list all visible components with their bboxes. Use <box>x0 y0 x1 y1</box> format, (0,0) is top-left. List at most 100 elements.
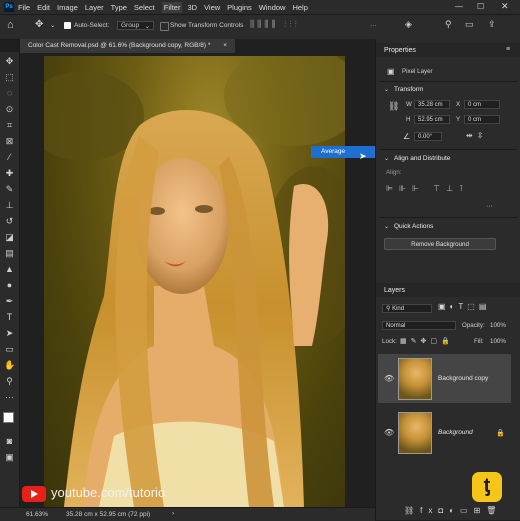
document-image[interactable] <box>44 56 345 507</box>
healing-brush-icon[interactable]: ✚ <box>4 168 15 179</box>
x-field[interactable]: 0 cm <box>464 100 500 109</box>
menu-select[interactable]: Select <box>134 3 155 12</box>
layer-filter-icons[interactable]: ▣◐T⬚▤ <box>438 302 490 311</box>
width-field[interactable]: 35.28 cm <box>414 100 450 109</box>
close-icon[interactable]: ✕ <box>501 1 509 12</box>
maximize-icon[interactable]: ☐ <box>477 2 484 11</box>
menu-image[interactable]: Image <box>57 3 78 12</box>
align-buttons-icon[interactable]: ⊫⊪⊩ ⊤⊥⊺ <box>386 184 469 193</box>
layers-title[interactable]: Layers <box>384 287 405 294</box>
angle-field[interactable]: 0.00° <box>414 132 442 141</box>
height-label: H <box>406 116 411 123</box>
layer-name[interactable]: Background <box>438 429 473 436</box>
chevron-down-icon[interactable]: ⌄ <box>50 21 55 29</box>
quick-actions-title: Quick Actions <box>394 223 434 230</box>
path-selection-icon[interactable]: ➤ <box>4 328 15 339</box>
layer-type-label: Pixel Layer <box>402 68 433 75</box>
menu-view[interactable]: View <box>204 3 220 12</box>
auto-select-dropdown[interactable]: Group ⌄ <box>117 21 155 30</box>
layer-row[interactable]: 👁 Background 🔒 <box>378 408 511 457</box>
workspace-icon[interactable]: ▭ <box>465 19 474 30</box>
opacity-value[interactable]: 100% <box>490 322 506 329</box>
document-tab[interactable]: Color Cast Removal.psd @ 61.6% (Backgrou… <box>20 39 235 53</box>
layer-name[interactable]: Background copy <box>438 375 488 382</box>
zoom-tool-icon[interactable]: ⚲ <box>4 376 15 387</box>
height-field[interactable]: 52.95 cm <box>414 115 450 124</box>
search-icon[interactable]: ⚲ <box>445 19 452 30</box>
gradient-tool-icon[interactable]: ▤ <box>4 248 15 259</box>
mouse-cursor-icon: ➤ <box>359 151 367 161</box>
3d-mode-icon[interactable]: ◈ <box>405 19 412 30</box>
eyedropper-tool-icon[interactable]: ⁄ <box>4 152 15 163</box>
link-icon[interactable]: ⛓ <box>388 101 399 112</box>
flip-icons[interactable]: ⇹⇳ <box>466 131 487 140</box>
watermark-text: youtube.com/tutorio <box>51 485 166 500</box>
y-field[interactable]: 0 cm <box>464 115 500 124</box>
pixel-layer-icon: ▣ <box>387 67 395 76</box>
more-options-icon[interactable]: ··· <box>370 22 377 29</box>
type-tool-icon[interactable]: T <box>4 312 15 323</box>
move-tool-icon[interactable]: ✥ <box>35 19 43 30</box>
move-tool-icon[interactable]: ✥ <box>4 56 15 67</box>
lasso-tool-icon[interactable]: ◌ <box>4 88 15 99</box>
dodge-tool-icon[interactable]: ● <box>4 280 15 291</box>
frame-tool-icon[interactable]: ⊠ <box>4 136 15 147</box>
hand-tool-icon[interactable]: ✋ <box>4 360 15 371</box>
pen-tool-icon[interactable]: ✒ <box>4 296 15 307</box>
panel-menu-icon[interactable]: ≡ <box>506 46 510 53</box>
menu-edit[interactable]: Edit <box>37 3 50 12</box>
layer-actions-icons[interactable]: ⛓fx◘◐▭⊞🗑 <box>404 506 502 515</box>
status-bar: 61.63% 35.28 cm x 52.95 cm (72 ppi) › <box>0 507 375 521</box>
lock-icons[interactable]: ▦✎✥▢🔒 <box>400 337 454 345</box>
menu-type[interactable]: Type <box>111 3 127 12</box>
share-icon[interactable]: ⇪ <box>488 19 496 30</box>
menu-plugins[interactable]: Plugins <box>227 3 252 12</box>
status-chevron-icon[interactable]: › <box>172 510 174 517</box>
foreground-color-swatch[interactable] <box>3 412 14 423</box>
menu-filter[interactable]: Filter <box>161 1 183 13</box>
dropdown-arrow-icon: ⌄ <box>144 23 151 30</box>
zoom-level[interactable]: 61.63% <box>26 511 48 518</box>
menu-window[interactable]: Window <box>259 3 286 12</box>
fill-value[interactable]: 100% <box>490 338 506 345</box>
remove-background-button[interactable]: Remove Background <box>384 238 496 250</box>
properties-header: Properties ≡ <box>376 43 520 57</box>
layer-row[interactable]: 👁 Background copy <box>378 354 511 403</box>
minimize-icon[interactable]: — <box>455 2 463 11</box>
align-icons[interactable]: ⫼⫼⫼⫼ ⫶⫶⫶ <box>250 19 300 30</box>
document-tab-bar: Color Cast Removal.psd @ 61.6% (Backgrou… <box>20 39 375 53</box>
auto-select-value: Group <box>121 22 140 29</box>
collapse-icon[interactable]: ⌄ <box>384 86 389 93</box>
clone-stamp-icon[interactable]: ⊥ <box>4 200 15 211</box>
blend-mode-dropdown[interactable]: Normal <box>382 321 456 330</box>
eye-icon[interactable]: 👁 <box>384 374 394 383</box>
home-icon[interactable]: ⌂ <box>7 19 14 31</box>
marquee-tool-icon[interactable]: ⬚ <box>4 72 15 83</box>
document-tab-title: Color Cast Removal.psd @ 61.6% (Backgrou… <box>28 42 211 49</box>
brush-tool-icon[interactable]: ✎ <box>4 184 15 195</box>
blur-tool-icon[interactable]: ▲ <box>4 264 15 275</box>
kind-filter[interactable]: ⚲ Kind <box>382 304 432 313</box>
layers-header: Layers <box>376 283 520 297</box>
screen-mode-icon[interactable]: ▣ <box>4 452 15 463</box>
menu-layer[interactable]: Layer <box>85 3 104 12</box>
quick-mask-icon[interactable]: ◙ <box>4 436 15 447</box>
shape-tool-icon[interactable]: ▭ <box>4 344 15 355</box>
collapse-icon[interactable]: ⌄ <box>384 155 389 162</box>
opacity-label: Opacity: <box>462 322 485 329</box>
menu-bar: Ps File Edit Image Layer Type Select Fil… <box>0 0 520 14</box>
history-brush-icon[interactable]: ↺ <box>4 216 15 227</box>
quick-select-tool-icon[interactable]: ⊙ <box>4 104 15 115</box>
more-tools-icon[interactable]: ··· <box>4 392 15 403</box>
menu-help[interactable]: Help <box>292 3 307 12</box>
tab-close-icon[interactable]: × <box>223 39 227 53</box>
menu-3d[interactable]: 3D <box>187 3 197 12</box>
eye-icon[interactable]: 👁 <box>384 428 394 437</box>
menu-file[interactable]: File <box>18 3 30 12</box>
properties-title[interactable]: Properties <box>384 47 416 54</box>
more-icon[interactable]: ··· <box>486 203 493 210</box>
collapse-icon[interactable]: ⌄ <box>384 223 389 230</box>
auto-select-checkbox[interactable] <box>64 22 73 29</box>
eraser-tool-icon[interactable]: ◪ <box>4 232 15 243</box>
crop-tool-icon[interactable]: ⌗ <box>4 120 15 131</box>
